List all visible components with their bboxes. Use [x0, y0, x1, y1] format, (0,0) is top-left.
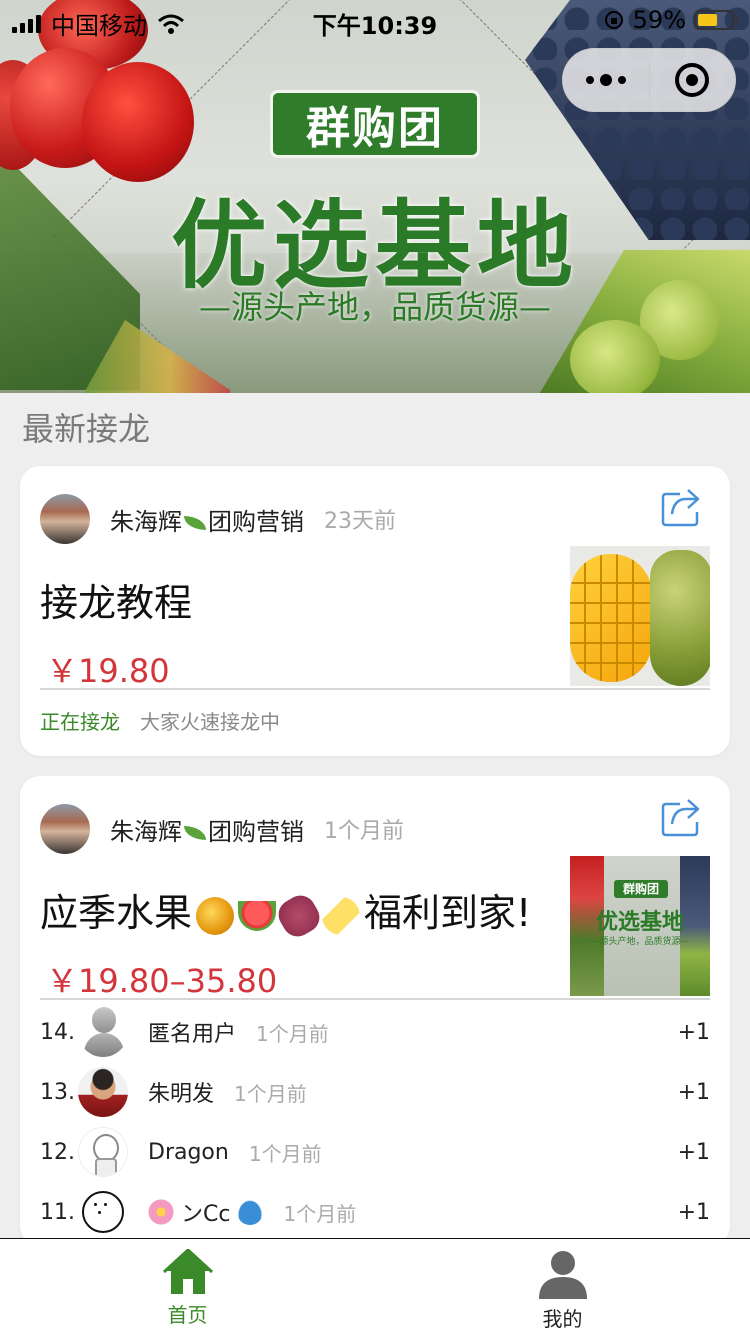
- battery-percent: 59%: [632, 6, 686, 34]
- mango-whole: [650, 550, 710, 686]
- participant-name: 匿名用户: [148, 1022, 237, 1047]
- author-name: 朱海辉 团购营销: [110, 812, 304, 847]
- mango-cut: [570, 554, 652, 682]
- more-menu-button[interactable]: [563, 49, 649, 111]
- avatar: [78, 1127, 128, 1177]
- battery-icon: [694, 10, 738, 30]
- product-thumbnail[interactable]: 群购团 优选基地 —源头产地，品质货源—: [570, 856, 710, 996]
- card-price: ￥19.80–35.80: [46, 962, 278, 1000]
- banner-green-fruit: [570, 320, 660, 393]
- participant-time: 1个月前: [234, 1081, 307, 1106]
- list-item[interactable]: 13. 朱明发 1个月前 +1: [40, 1062, 710, 1122]
- solitaire-card[interactable]: 朱海辉 团购营销 1个月前 应季水果 福利到家! ￥19.80–35.80 群购团 …: [20, 776, 730, 1246]
- card-title: 应季水果 福利到家!: [40, 882, 532, 942]
- solitaire-card[interactable]: 朱海辉 团购营销 23天前 接龙教程 ￥19.80 正在接龙 大家火速接龙中: [20, 466, 730, 756]
- orientation-lock-icon: [604, 11, 623, 29]
- mango-emoji-icon: [196, 896, 235, 935]
- card-title: 接龙教程: [40, 581, 193, 625]
- participant-name-text: ンCc: [181, 1202, 231, 1227]
- author-name: 朱海辉 团购营销: [110, 502, 304, 537]
- participant-count: +1: [677, 1079, 710, 1105]
- participant-count: +1: [677, 1199, 710, 1225]
- flower-emoji-icon: [148, 1199, 174, 1225]
- fruit-emoji-group: [196, 889, 361, 942]
- participant-index: 12.: [40, 1139, 75, 1165]
- thumb-badge: 群购团: [614, 880, 668, 898]
- home-icon: [162, 1249, 213, 1294]
- participant-count: +1: [677, 1019, 710, 1045]
- list-item[interactable]: 12. Dragon 1个月前 +1: [40, 1122, 710, 1182]
- app-root: 群购团 优选基地 —源头产地，品质货源— 中国移动 下午10:39 59% 最新…: [0, 0, 750, 1334]
- leaf-icon: [184, 825, 206, 840]
- card-price: ￥19.80: [46, 652, 170, 690]
- tab-home-label: 首页: [167, 1303, 208, 1327]
- target-icon: [675, 63, 710, 97]
- avatar: [78, 1067, 128, 1117]
- tab-mine[interactable]: 我的: [375, 1239, 750, 1334]
- user-icon: [538, 1251, 587, 1299]
- section-title: 最新接龙: [22, 410, 151, 448]
- share-icon[interactable]: [660, 796, 702, 838]
- participant-index: 11.: [40, 1199, 75, 1225]
- product-thumbnail[interactable]: [570, 546, 710, 686]
- banner-badge: 群购团: [270, 90, 480, 158]
- status-label: 正在接龙: [40, 710, 120, 734]
- miniprogram-capsule: [562, 48, 736, 112]
- battery-fill: [698, 14, 717, 26]
- anonymous-avatar-icon: [78, 1007, 128, 1057]
- banana-emoji-icon: [322, 896, 361, 935]
- banner-subtitle: —源头产地，品质货源—: [198, 288, 551, 326]
- card-title-end: 福利到家!: [364, 891, 532, 935]
- author-row: 朱海辉 团购营销 23天前: [40, 494, 396, 544]
- thumb-title: 优选基地: [595, 910, 684, 935]
- card-divider: [40, 998, 710, 1000]
- participant-time: 1个月前: [283, 1201, 357, 1226]
- whale-emoji-icon: [237, 1199, 264, 1225]
- avatar: [78, 1187, 128, 1237]
- author-suffix: 团购营销: [208, 817, 304, 846]
- leaf-icon: [184, 515, 206, 530]
- tab-home[interactable]: 首页: [0, 1239, 375, 1334]
- participant-time: 1个月前: [256, 1021, 329, 1046]
- participant-name: ンCc: [148, 1196, 264, 1228]
- author-avatar[interactable]: [40, 804, 90, 854]
- participant-index: 14.: [40, 1019, 75, 1045]
- banner-badge-text: 群购团: [306, 103, 444, 154]
- status-bar: 中国移动 下午10:39 59%: [0, 0, 750, 40]
- status-row: 正在接龙 大家火速接龙中: [40, 706, 280, 735]
- participant-list: 14. 匿名用户 1个月前 +1 13. 朱明发 1个月前 +1 12. Dra…: [40, 1002, 710, 1242]
- banner-apple: [82, 62, 194, 182]
- participant-count: +1: [677, 1139, 710, 1165]
- participant-name: Dragon: [148, 1139, 229, 1165]
- author-avatar[interactable]: [40, 494, 90, 544]
- participant-time: 1个月前: [248, 1141, 322, 1166]
- list-item[interactable]: 11. ンCc 1个月前 +1: [40, 1182, 710, 1242]
- post-time: 23天前: [324, 509, 396, 534]
- author-row: 朱海辉 团购营销 1个月前: [40, 804, 404, 854]
- list-item[interactable]: 14. 匿名用户 1个月前 +1: [40, 1002, 710, 1062]
- more-dots-icon: [585, 74, 626, 86]
- author-suffix: 团购营销: [208, 507, 304, 536]
- author-name-text: 朱海辉: [110, 817, 182, 846]
- thumb-subtitle: —源头产地，品质货源—: [590, 937, 690, 947]
- post-time: 1个月前: [324, 819, 404, 844]
- tab-mine-label: 我的: [542, 1307, 583, 1331]
- watermelon-emoji-icon: [238, 900, 277, 931]
- author-name-text: 朱海辉: [110, 507, 182, 536]
- card-divider: [40, 688, 710, 690]
- tab-bar: 首页 我的: [0, 1238, 750, 1334]
- participant-index: 13.: [40, 1079, 75, 1105]
- card-title-start: 应季水果: [40, 891, 193, 935]
- status-description: 大家火速接龙中: [140, 710, 280, 734]
- share-icon[interactable]: [660, 486, 702, 528]
- sweet-potato-emoji-icon: [273, 889, 325, 942]
- participant-name: 朱明发: [148, 1082, 215, 1107]
- close-miniprogram-button[interactable]: [650, 49, 736, 111]
